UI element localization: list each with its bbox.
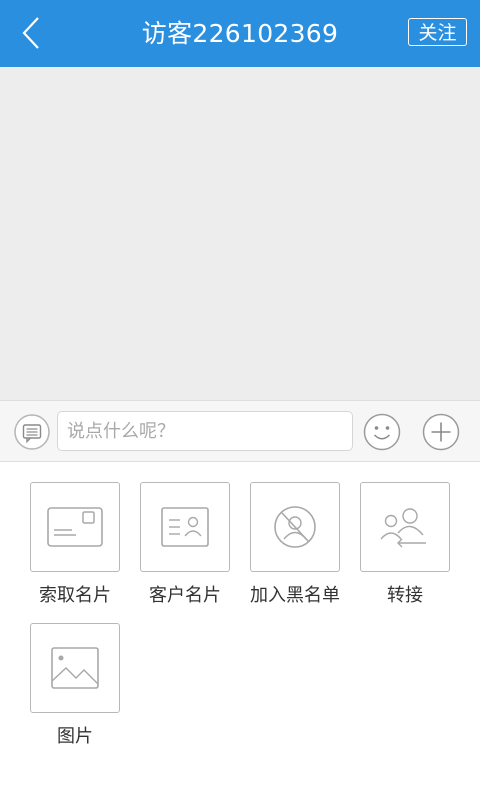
- blacklist-tile: [250, 482, 340, 572]
- emoji-button[interactable]: [363, 413, 401, 451]
- card-icon: [47, 507, 103, 547]
- image-label: 图片: [57, 726, 93, 747]
- input-bar: [0, 400, 480, 462]
- customer-card-label: 客户名片: [149, 585, 221, 606]
- blacklist-label: 加入黑名单: [250, 585, 340, 606]
- contact-card-icon: [161, 507, 209, 547]
- transfer-users-icon: [380, 508, 426, 548]
- customer-card-button[interactable]: 客户名片: [130, 482, 240, 607]
- top-bar: 访客226102369 关注: [0, 0, 480, 67]
- customer-card-tile: [140, 482, 230, 572]
- message-input[interactable]: [57, 411, 353, 451]
- chat-area[interactable]: [0, 67, 480, 400]
- transfer-tile: [360, 482, 450, 572]
- keyboard-toggle-button[interactable]: [14, 414, 50, 450]
- message-icon: [14, 414, 50, 450]
- blacklist-button[interactable]: 加入黑名单: [240, 482, 350, 607]
- plus-circle-icon: [422, 413, 460, 451]
- smiley-icon: [363, 413, 401, 451]
- transfer-label: 转接: [387, 585, 423, 606]
- request-card-button[interactable]: 索取名片: [20, 482, 130, 607]
- image-tile: [30, 623, 120, 713]
- follow-button[interactable]: 关注: [408, 18, 467, 46]
- image-button[interactable]: 图片: [20, 623, 130, 748]
- request-card-tile: [30, 482, 120, 572]
- back-button[interactable]: [14, 14, 54, 54]
- block-user-icon: [274, 506, 316, 548]
- more-button[interactable]: [422, 413, 460, 451]
- transfer-button[interactable]: 转接: [350, 482, 460, 607]
- chevron-left-icon: [22, 17, 39, 49]
- image-icon: [51, 647, 99, 689]
- request-card-label: 索取名片: [39, 585, 111, 606]
- more-actions-panel: 索取名片 客户名片 加入黑名单 转接 图片: [0, 462, 480, 800]
